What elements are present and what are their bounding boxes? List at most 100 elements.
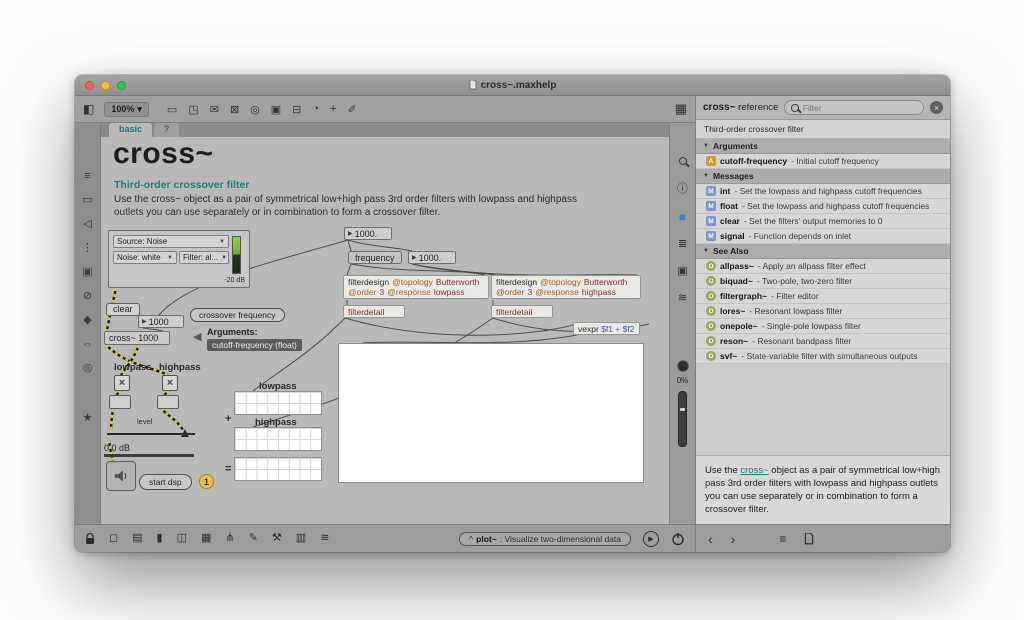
frequency-message[interactable]: frequency — [348, 251, 402, 264]
filterdesign-lowpass-object[interactable]: filterdesign@topologyButterworth @order3… — [343, 275, 489, 299]
reference-item[interactable]: Ofiltergraph~ - Filter editor — [696, 289, 950, 304]
search-input[interactable] — [803, 103, 917, 113]
attachment-icon[interactable]: ⊘ — [83, 291, 92, 302]
lock-icon[interactable] — [85, 533, 95, 545]
start-dsp-button[interactable]: start dsp — [139, 474, 192, 490]
paint-tool-icon[interactable]: ✐ — [347, 103, 356, 116]
clear-button[interactable]: clear — [106, 303, 140, 316]
tab-basic[interactable]: basic — [109, 123, 152, 137]
fullscreen-window-button[interactable] — [117, 81, 126, 90]
grid-toggle-icon[interactable]: ▦ — [201, 533, 211, 544]
probe-icon[interactable]: ⋮ — [82, 243, 93, 254]
number-display — [104, 454, 194, 457]
close-window-button[interactable] — [85, 81, 94, 90]
display-icon[interactable]: ▭ — [82, 195, 92, 206]
number-object-icon[interactable]: ⊟ — [292, 103, 301, 116]
lowpass-toggle[interactable]: × — [114, 375, 130, 391]
record-button[interactable] — [677, 360, 689, 372]
filterdesign-highpass-object[interactable]: filterdesign@topologyButterworth @order3… — [491, 275, 641, 299]
freq-number-box[interactable]: ▶1000. — [344, 227, 392, 240]
reference-item[interactable]: Olores~ - Resonant lowpass filter — [696, 304, 950, 319]
list-panel-icon[interactable]: ≣ — [678, 239, 687, 250]
favorites-icon[interactable]: ★ — [83, 413, 93, 424]
nav-back-button[interactable]: ‹ — [708, 532, 713, 546]
nav-forward-button[interactable]: › — [731, 532, 736, 546]
section-header[interactable]: ▼Messages — [696, 169, 950, 184]
reference-item[interactable]: Obiquad~ - Two-pole, two-zero filter — [696, 274, 950, 289]
minimize-window-button[interactable] — [101, 81, 110, 90]
slider-object-icon[interactable]: ▣ — [271, 103, 281, 116]
highpass-gain-object[interactable] — [157, 395, 179, 409]
console-icon[interactable]: ≡ — [84, 171, 90, 182]
freq-number-box-2[interactable]: ▶1000. — [408, 251, 456, 264]
source-menu[interactable]: Source: Noise▼ — [113, 235, 229, 248]
source-panel: Source: Noise▼ Noise: white▼ Filter: al.… — [108, 230, 250, 288]
snapshot-icon[interactable]: ▣ — [677, 266, 687, 277]
filterdetail-highpass-object[interactable]: filterdetail — [491, 305, 553, 318]
media-icon[interactable]: ▣ — [82, 267, 92, 278]
mixer-icon[interactable]: ≋ — [678, 293, 687, 304]
swap-icon[interactable]: ⇔ — [82, 339, 93, 350]
console-panel-icon[interactable]: ▤ — [132, 533, 142, 544]
toggle-object-icon[interactable]: ◳ — [188, 103, 198, 116]
info-icon[interactable]: ⓘ — [677, 184, 688, 195]
master-volume-slider[interactable] — [678, 391, 687, 447]
record-strip-icon[interactable]: ◎ — [83, 363, 93, 374]
section-header[interactable]: ▼Arguments — [696, 139, 950, 154]
audio-status-icon[interactable]: ◁ — [83, 219, 91, 230]
sidebar-toggle-icon[interactable]: ◧ — [83, 102, 94, 116]
speaker-strip-icon[interactable]: ◆ — [83, 315, 91, 326]
waveform-icon[interactable]: ≋ — [320, 533, 329, 544]
select-tool-icon[interactable]: ◻ — [109, 533, 118, 544]
crossover-number-box[interactable]: ▶1000 — [138, 315, 184, 328]
add-object-icon[interactable]: + — [330, 103, 336, 116]
new-document-icon[interactable] — [804, 533, 814, 545]
level-slider[interactable] — [107, 428, 195, 440]
patcher-grid-icon[interactable]: ▦ — [675, 101, 687, 117]
reference-item[interactable]: Mint - Set the lowpass and highpass cuto… — [696, 184, 950, 199]
reference-panel-icon[interactable]: ■ — [679, 211, 686, 223]
reference-item[interactable]: Mclear - Set the filters' output memorie… — [696, 214, 950, 229]
cross-object[interactable]: cross~ 1000 — [104, 331, 170, 345]
noise-menu[interactable]: Noise: white▼ — [113, 251, 177, 264]
close-sidebar-button[interactable]: × — [930, 101, 943, 114]
tab-help[interactable]: ? — [154, 123, 179, 137]
clip-icon[interactable]: ▮ — [157, 533, 163, 544]
cross-reference-link[interactable]: cross~ — [740, 465, 768, 476]
collapse-arrow-icon: ▼ — [703, 173, 709, 179]
power-button[interactable] — [671, 532, 685, 546]
nav-menu-icon[interactable]: ≡ — [779, 533, 786, 545]
message-object-icon[interactable]: ✉ — [210, 103, 219, 116]
patcher-canvas[interactable]: basic ? cross~ Third-order crossover fil… — [101, 123, 669, 524]
slider-thumb[interactable] — [181, 429, 189, 437]
highpass-toggle[interactable]: × — [162, 375, 178, 391]
sidebar-search[interactable] — [784, 100, 924, 115]
reference-item[interactable]: Osvf~ - State-variable filter with simul… — [696, 349, 950, 364]
dial-object-icon[interactable]: ◎ — [250, 103, 260, 116]
delete-object-icon[interactable]: ⊠ — [230, 103, 239, 116]
hint-pill[interactable]: ^ plot~: Visualize two-dimensional data — [459, 532, 631, 546]
volume-knob[interactable] — [680, 408, 685, 411]
speaker-button[interactable] — [106, 461, 136, 491]
section-header[interactable]: ▼See Also — [696, 244, 950, 259]
reference-item[interactable]: Oreson~ - Resonant bandpass filter — [696, 334, 950, 349]
hierarchy-icon[interactable]: ⋔ — [225, 533, 234, 544]
filter-menu[interactable]: Filter: al...▼ — [179, 251, 229, 264]
vexpr-object[interactable]: vexpr $f1 + $f2 — [573, 322, 640, 335]
reference-item[interactable]: Oonepole~ - Single-pole lowpass filter — [696, 319, 950, 334]
layers-icon[interactable]: ◫ — [177, 533, 187, 544]
tools-icon[interactable]: ⚒ — [272, 533, 282, 544]
lowpass-gain-object[interactable] — [109, 395, 131, 409]
run-button[interactable]: ▶ — [643, 531, 659, 547]
metro-object-icon[interactable]: ◔ — [312, 103, 319, 116]
zoom-dropdown[interactable]: 100%▾ — [104, 102, 149, 117]
mixer-panel-icon[interactable]: ▥ — [296, 533, 306, 544]
filterdetail-lowpass-object[interactable]: filterdetail — [343, 305, 405, 318]
zoom-tool-icon[interactable] — [679, 157, 687, 168]
button-object-icon[interactable]: ▭ — [167, 103, 177, 116]
reference-item[interactable]: Msignal - Function depends on inlet — [696, 229, 950, 244]
reference-item[interactable]: Mfloat - Set the lowpass and highpass cu… — [696, 199, 950, 214]
reference-item[interactable]: Oallpass~ - Apply an allpass filter effe… — [696, 259, 950, 274]
pen-icon[interactable]: ✎ — [249, 533, 258, 544]
reference-item[interactable]: Acutoff-frequency - Initial cutoff frequ… — [696, 154, 950, 169]
